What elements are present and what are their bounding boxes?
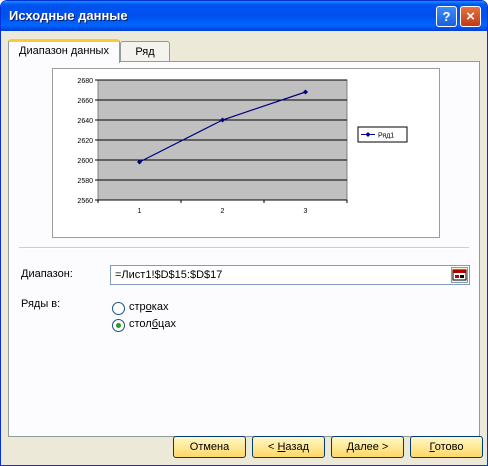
tab-series-label: Ряд — [135, 46, 155, 58]
y-tick-label: 2640 — [77, 118, 93, 125]
collapse-dialog-button[interactable] — [451, 267, 468, 283]
columns-radio-label[interactable]: столбцах — [129, 318, 176, 330]
back-button[interactable]: < Назад — [252, 436, 325, 458]
rows-radio[interactable] — [112, 302, 125, 315]
range-value: =Лист1!$D$15:$D$17 — [115, 269, 223, 281]
radio-selected-dot — [116, 323, 121, 328]
chart-preview: 2560 2580 2600 2620 2640 2660 2680 1 2 3 Ряд1 — [52, 68, 440, 238]
next-button[interactable]: Далее > — [331, 436, 404, 458]
tab-data-range-label: Диапазон данных — [19, 45, 109, 57]
tab-panel: 2560 2580 2600 2620 2640 2660 2680 1 2 3 Ряд1 Диап… — [8, 61, 480, 437]
y-tick-label: 2600 — [77, 158, 93, 165]
y-tick-label: 2660 — [77, 98, 93, 105]
rows-radio-label[interactable]: строках — [129, 301, 168, 313]
cancel-button[interactable]: Отмена — [173, 436, 246, 458]
x-tick-label: 3 — [304, 208, 308, 215]
y-tick-label: 2580 — [77, 178, 93, 185]
line-chart: 2560 2580 2600 2620 2640 2660 2680 1 2 3 Ряд1 — [77, 78, 408, 215]
range-select-icon — [452, 269, 467, 281]
title-bar[interactable]: Исходные данные ? × — [1, 1, 487, 31]
x-tick-label: 1 — [138, 208, 142, 215]
range-label: Диапазон: — [21, 268, 73, 280]
window-title: Исходные данные — [9, 8, 128, 23]
range-input[interactable]: =Лист1!$D$15:$D$17 — [110, 265, 470, 285]
x-tick-label: 2 — [221, 208, 225, 215]
help-button[interactable]: ? — [436, 6, 457, 27]
series-in-label: Ряды в: — [21, 298, 61, 310]
separator — [19, 247, 469, 249]
y-tick-label: 2680 — [77, 78, 93, 85]
y-tick-label: 2560 — [77, 198, 93, 205]
tab-series[interactable]: Ряд — [120, 41, 170, 63]
legend-label: Ряд1 — [378, 133, 394, 140]
close-button[interactable]: × — [460, 6, 481, 27]
source-data-dialog: Исходные данные ? × Ряд Диапазон данных … — [0, 0, 488, 466]
columns-radio[interactable] — [112, 319, 125, 332]
y-tick-label: 2620 — [77, 138, 93, 145]
finish-button[interactable]: Готово — [410, 436, 483, 458]
tab-data-range[interactable]: Диапазон данных — [8, 39, 120, 63]
